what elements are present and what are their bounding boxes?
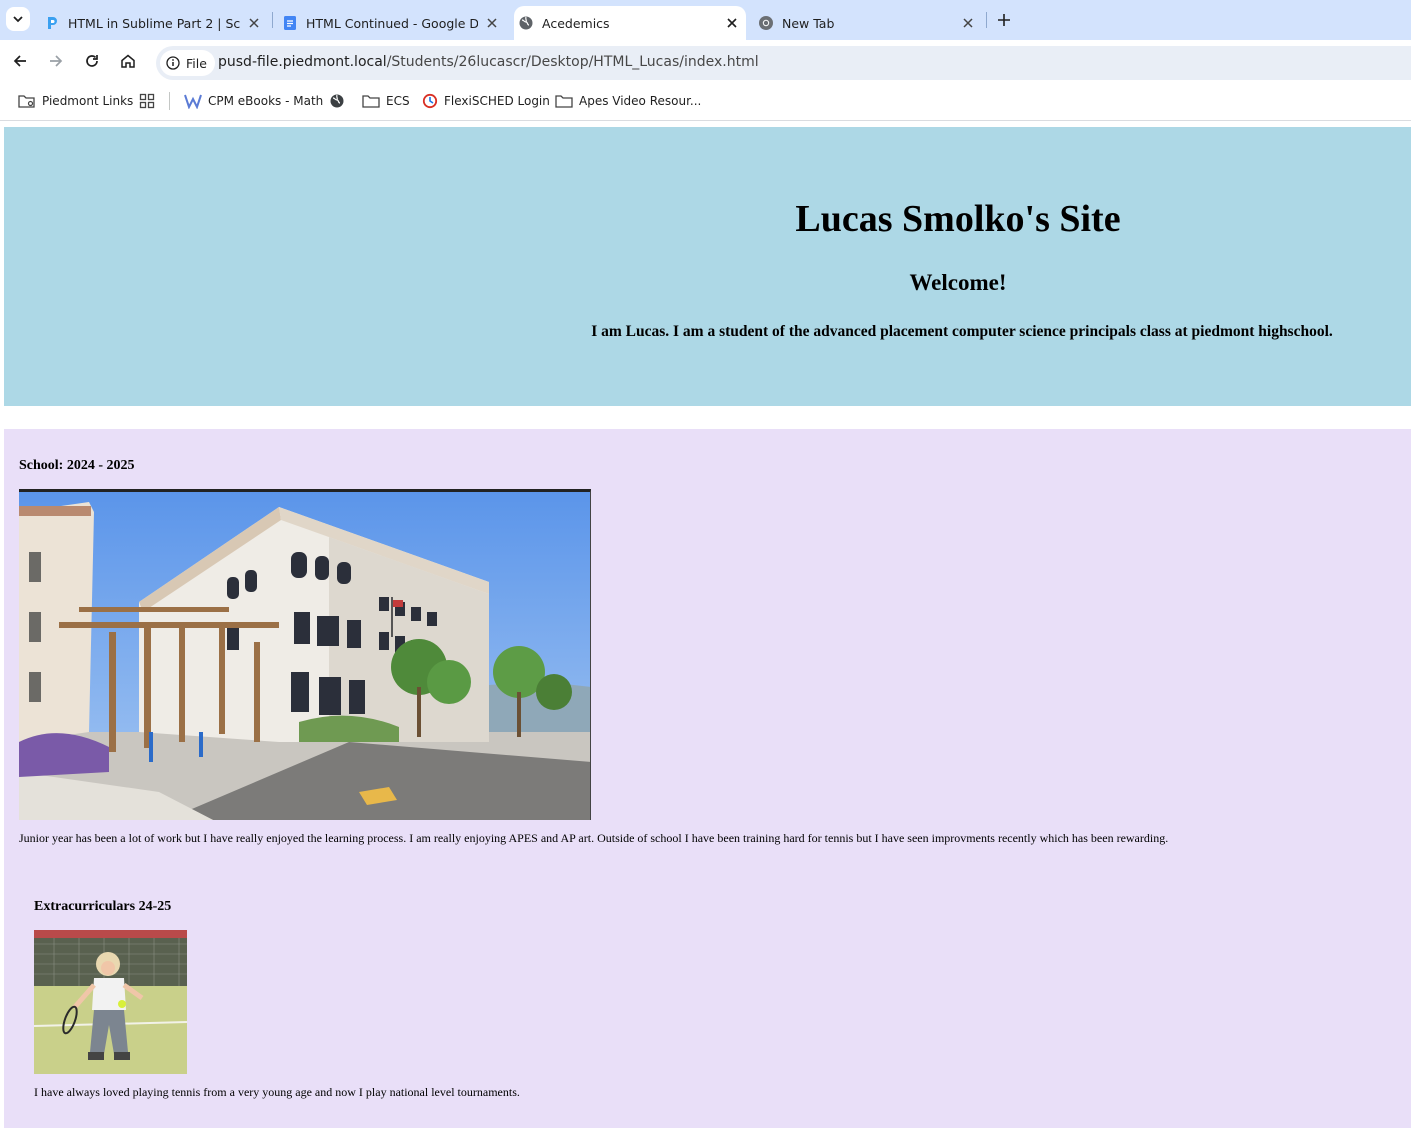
tab-search-button[interactable]: [6, 7, 30, 31]
tab-title: HTML Continued - Google Docs: [306, 15, 478, 31]
apps-grid-icon: [139, 93, 155, 109]
folder-icon: [362, 95, 380, 108]
home-icon: [121, 54, 135, 68]
new-tab-button[interactable]: [992, 8, 1016, 32]
close-icon[interactable]: [484, 15, 500, 31]
info-icon: [166, 56, 180, 70]
url-host: pusd-file.piedmont.local: [218, 54, 387, 70]
reload-button[interactable]: [80, 49, 104, 73]
arrow-left-icon: [13, 55, 26, 67]
bookmark-label: CPM eBooks - Math: [208, 94, 324, 108]
intro-text: I am Lucas. I am a student of the advanc…: [591, 323, 1333, 340]
bookmark-apps[interactable]: [139, 91, 161, 111]
bookmark-piedmont-links[interactable]: Piedmont Links: [18, 91, 133, 111]
globe-icon: [519, 16, 533, 30]
tab-divider: [986, 12, 987, 28]
tab-title: New Tab: [782, 15, 835, 31]
cpm-icon: [184, 94, 202, 109]
folder-icon: [555, 95, 573, 108]
arrow-right-icon: [50, 55, 63, 67]
close-icon[interactable]: [960, 15, 976, 31]
plus-icon: [998, 14, 1010, 26]
tab-new-tab[interactable]: New Tab: [754, 6, 982, 40]
chevron-down-icon: [13, 16, 23, 23]
tennis-child-image: [34, 930, 187, 1074]
bookmark-divider: [169, 92, 170, 110]
address-bar[interactable]: File pusd-file.piedmont.local/Students/2…: [156, 46, 1411, 80]
forward-button[interactable]: [44, 49, 68, 73]
close-icon[interactable]: [246, 15, 262, 31]
bookmark-label: FlexiSCHED Login: [444, 94, 550, 108]
back-button[interactable]: [8, 49, 32, 73]
url-text[interactable]: pusd-file.piedmont.local/Students/26luca…: [218, 54, 759, 70]
tab-title: HTML in Sublime Part 2 | Schoo: [68, 15, 240, 31]
google-docs-icon: [284, 16, 296, 30]
welcome-heading: Welcome!: [909, 270, 1007, 295]
site-title: Lucas Smolko's Site: [795, 198, 1121, 240]
tennis-text: I have always loved playing tennis from …: [34, 1085, 520, 1099]
site-info-chip[interactable]: File: [160, 50, 215, 76]
managed-folder-icon: [18, 95, 35, 108]
url-path: /Students/26lucascr/Desktop/HTML_Lucas/i…: [386, 54, 759, 70]
header-section: Lucas Smolko's Site Welcome! I am Lucas.…: [4, 127, 1411, 406]
bookmark-globe[interactable]: [329, 91, 351, 111]
bookmarks-bar: Piedmont Links CPM eBooks - Math ECS Fle…: [0, 82, 1411, 121]
web-page: Lucas Smolko's Site Welcome! I am Lucas.…: [0, 121, 1411, 1128]
bookmark-cpm-ebooks[interactable]: CPM eBooks - Math: [184, 91, 323, 111]
bookmark-label: Apes Video Resour...: [579, 94, 702, 108]
tab-acedemics[interactable]: Acedemics: [514, 6, 746, 40]
close-icon[interactable]: [724, 15, 740, 31]
bookmark-flexisched[interactable]: FlexiSCHED Login: [422, 91, 550, 111]
tab-html-sublime[interactable]: HTML in Sublime Part 2 | Schoo: [40, 6, 268, 40]
flexisched-icon: [422, 93, 438, 109]
tab-strip: HTML in Sublime Part 2 | Schoo HTML Cont…: [0, 0, 1411, 40]
school-heading: School: 2024 - 2025: [19, 458, 135, 473]
bookmark-ecs[interactable]: ECS: [362, 91, 410, 111]
chrome-icon: [759, 16, 773, 30]
chip-label: File: [186, 55, 207, 71]
globe-icon: [330, 94, 344, 108]
school-building-image: [19, 489, 591, 820]
tab-html-continued[interactable]: HTML Continued - Google Docs: [278, 6, 506, 40]
school-section: School: 2024 - 2025 Junior year has been…: [4, 429, 1411, 1128]
navigation-toolbar: File pusd-file.piedmont.local/Students/2…: [0, 40, 1411, 82]
reload-icon: [86, 55, 98, 67]
extracurriculars-heading: Extracurriculars 24-25: [34, 899, 172, 914]
bookmark-label: Piedmont Links: [42, 94, 134, 108]
junior-year-text: Junior year has been a lot of work but I…: [19, 831, 1169, 845]
tab-divider: [272, 12, 273, 28]
padlet-icon: [48, 17, 57, 29]
tab-title: Acedemics: [542, 15, 610, 31]
bookmark-apes-video[interactable]: Apes Video Resour...: [555, 91, 701, 111]
home-button[interactable]: [116, 49, 140, 73]
bookmark-label: ECS: [386, 94, 410, 108]
